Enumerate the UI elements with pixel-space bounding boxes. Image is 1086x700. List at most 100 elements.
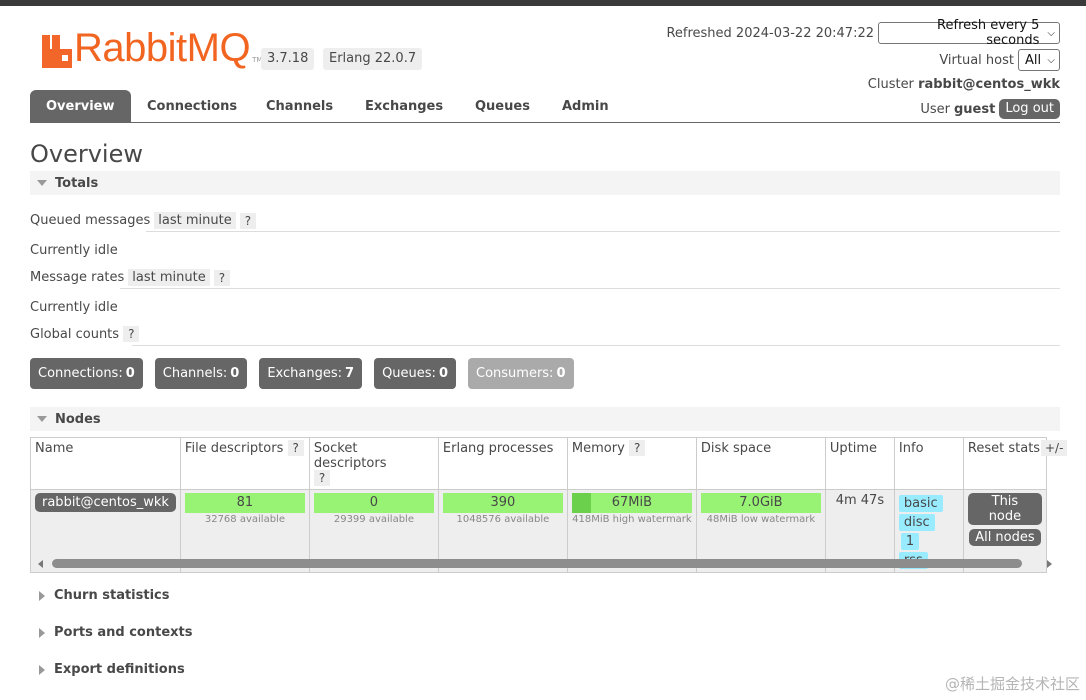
table-header-row: Name File descriptors ? Socket descripto… [30, 437, 1047, 490]
browser-frame-edge [0, 0, 1086, 6]
exchanges-count-button[interactable]: Exchanges: 7 [259, 358, 363, 389]
reset-all-nodes-button[interactable]: All nodes [969, 529, 1041, 546]
bar-value: 390 [490, 495, 516, 510]
tab-connections[interactable]: Connections [147, 90, 237, 123]
virtual-host-label: Virtual host [939, 52, 1014, 68]
count-value: 0 [438, 366, 448, 381]
uptime-value: 4m 47s [835, 493, 885, 508]
col-label: Memory [571, 441, 625, 456]
scroll-left-icon[interactable] [38, 560, 43, 568]
export-definitions-toggle[interactable]: Export definitions [30, 662, 185, 677]
bar-value: 81 [236, 495, 254, 510]
help-icon[interactable]: ? [628, 440, 646, 456]
message-rates-label: Message rates [30, 270, 125, 285]
page-title: Overview [30, 140, 143, 168]
tab-overview[interactable]: Overview [30, 90, 131, 123]
tab-queues[interactable]: Queues [475, 90, 530, 123]
help-icon[interactable]: ? [123, 326, 140, 342]
horizontal-scrollbar[interactable] [30, 555, 1060, 573]
file-descriptors-available: 32768 available [204, 514, 285, 525]
tab-channels[interactable]: Channels [266, 90, 333, 123]
queues-count-button[interactable]: Queues: 0 [374, 358, 456, 389]
socket-descriptors-available: 29399 available [333, 514, 414, 525]
connections-count-button[interactable]: Connections: 0 [30, 358, 143, 389]
global-counts-label: Global counts [30, 326, 120, 342]
bar-value: 7.0GiB [739, 495, 783, 510]
message-rates-row: Message rates last minute ? [30, 269, 231, 286]
divider [132, 345, 1060, 346]
tab-exchanges[interactable]: Exchanges [365, 90, 443, 123]
erlang-processes-available: 1048576 available [456, 514, 550, 525]
section-title: Ports and contexts [54, 625, 193, 640]
channels-count-button[interactable]: Channels: 0 [154, 358, 248, 389]
column-toggle-button[interactable]: +/- [1041, 440, 1068, 456]
node-name-link[interactable]: rabbit@centos_wkk [35, 493, 176, 512]
memory-bar-fill [571, 493, 592, 513]
scrollbar-thumb[interactable] [52, 559, 1022, 568]
main-nav: Overview Connections Channels Exchanges … [30, 90, 1060, 123]
erlang-version-badge: Erlang 22.0.7 [323, 48, 423, 70]
churn-statistics-toggle[interactable]: Churn statistics [30, 588, 170, 603]
count-label: Queues: [382, 366, 436, 381]
memory-bar: 67MiB [571, 493, 692, 513]
divider [146, 231, 1060, 232]
rabbitmq-logo-icon [42, 35, 72, 68]
refresh-interval-value: Refresh every 5 seconds [937, 18, 1040, 48]
help-icon[interactable]: ? [239, 212, 257, 229]
col-info: Info [893, 437, 964, 490]
consumers-count-badge: Consumers: 0 [468, 358, 574, 389]
col-uptime: Uptime [824, 437, 895, 490]
rates-status: Currently idle [30, 300, 118, 315]
triangle-down-icon [37, 416, 47, 422]
col-disk-space: Disk space [695, 437, 826, 490]
nodes-table: Name File descriptors ? Socket descripto… [30, 437, 1047, 573]
divider [120, 288, 1060, 289]
triangle-right-icon [39, 664, 45, 675]
col-label: File descriptors [184, 441, 284, 456]
refresh-interval-select[interactable]: Refresh every 5 seconds ⌵ [878, 18, 1060, 48]
col-file-descriptors: File descriptors ? [179, 437, 310, 490]
global-counts: Connections: 0 Channels: 0 Exchanges: 7 Que… [30, 358, 574, 389]
col-name: Name [30, 437, 181, 490]
section-title: Churn statistics [54, 588, 170, 603]
reset-this-node-button[interactable]: This node [967, 493, 1042, 525]
virtual-host-select[interactable]: All ⌵ [1018, 49, 1060, 71]
count-value: 7 [345, 366, 355, 381]
count-value: 0 [125, 366, 135, 381]
help-icon[interactable]: ? [313, 470, 331, 486]
col-memory: Memory ? [566, 437, 697, 490]
erlang-processes-bar: 390 [442, 493, 563, 513]
scroll-right-icon[interactable] [1047, 560, 1052, 568]
count-label: Connections: [38, 366, 123, 381]
count-value: 0 [230, 366, 240, 381]
disk-space-bar: 7.0GiB [700, 493, 821, 513]
tab-admin[interactable]: Admin [562, 90, 609, 123]
rabbitmq-logo: RabbitMQ TM [42, 28, 262, 68]
message-rates-range[interactable]: last minute [128, 269, 210, 286]
totals-heading: Totals [55, 175, 99, 191]
col-label: Socket descriptors [313, 441, 387, 471]
chevron-down-icon: ⌵ [1047, 27, 1055, 39]
ports-contexts-toggle[interactable]: Ports and contexts [30, 625, 192, 640]
triangle-right-icon [39, 590, 45, 601]
socket-descriptors-bar: 0 [313, 493, 434, 513]
global-counts-row: Global counts ? [30, 326, 140, 342]
logo-wordmark: RabbitMQ [74, 26, 251, 70]
count-label: Channels: [162, 366, 228, 381]
triangle-down-icon [37, 180, 47, 186]
help-icon[interactable]: ? [213, 269, 231, 286]
col-socket-descriptors: Socket descriptors? [308, 437, 439, 490]
info-basic-tag: basic [898, 495, 943, 512]
totals-section-toggle[interactable]: Totals [30, 171, 1060, 195]
bar-value: 0 [369, 495, 379, 510]
help-icon[interactable]: ? [287, 440, 304, 456]
nodes-heading: Nodes [55, 411, 101, 427]
queued-messages-range[interactable]: last minute [154, 212, 236, 229]
memory-watermark: 418MiB high watermark [572, 514, 692, 525]
chevron-down-icon: ⌵ [1047, 54, 1055, 66]
count-label: Consumers: [476, 366, 554, 381]
nodes-section-toggle[interactable]: Nodes [30, 407, 1060, 431]
refreshed-timestamp: Refreshed 2024-03-22 20:47:22 [666, 25, 874, 41]
file-descriptors-bar: 81 [184, 493, 305, 513]
col-erlang-processes: Erlang processes [437, 437, 568, 490]
